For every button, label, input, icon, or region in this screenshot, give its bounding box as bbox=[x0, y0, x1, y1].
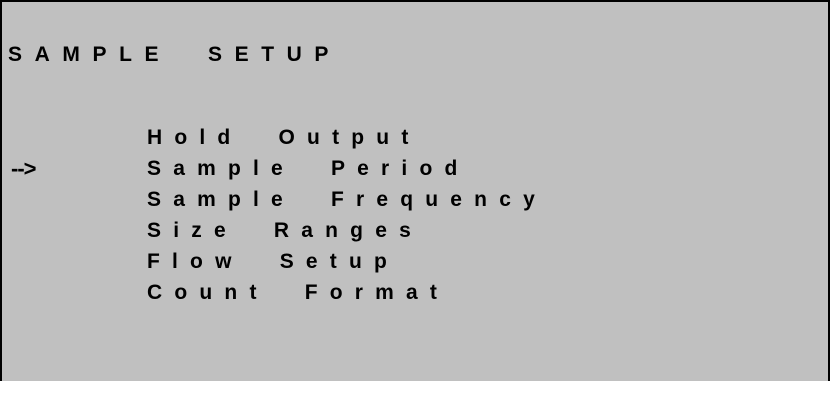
sample-setup-screen: SAMPLE SETUP Hold Output --> Sample Peri… bbox=[0, 0, 830, 381]
menu-item-label: Flow Setup bbox=[147, 250, 400, 273]
menu-item-flow-setup[interactable]: Flow Setup bbox=[2, 246, 828, 277]
menu-item-label: Sample Period bbox=[147, 157, 470, 180]
menu-item-label: Hold Output bbox=[147, 126, 421, 149]
menu-item-sample-period[interactable]: --> Sample Period bbox=[2, 153, 828, 184]
menu-item-count-format[interactable]: Count Format bbox=[2, 277, 828, 308]
menu-item-label: Size Ranges bbox=[147, 219, 423, 242]
menu-item-label: Count Format bbox=[147, 281, 450, 304]
selection-cursor: --> bbox=[11, 156, 36, 181]
menu-item-label: Sample Frequency bbox=[147, 188, 547, 211]
page-title: SAMPLE SETUP bbox=[8, 43, 341, 66]
menu-item-sample-frequency[interactable]: Sample Frequency bbox=[2, 184, 828, 215]
menu-item-hold-output[interactable]: Hold Output bbox=[2, 122, 828, 153]
menu-item-size-ranges[interactable]: Size Ranges bbox=[2, 215, 828, 246]
setup-menu: Hold Output --> Sample Period Sample Fre… bbox=[2, 122, 828, 308]
